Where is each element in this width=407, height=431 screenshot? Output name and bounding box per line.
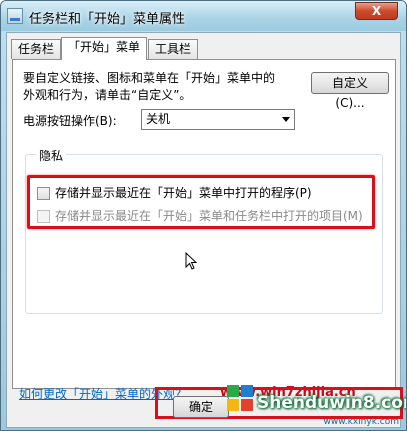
power-button-value: 关机	[146, 112, 171, 126]
title-bar[interactable]: 任务栏和「开始」菜单属性 X	[1, 1, 406, 31]
windows-logo-icon	[227, 385, 253, 411]
taskbar-properties-icon	[7, 8, 23, 24]
customize-button[interactable]: 自定义(C)...	[311, 72, 389, 110]
description-line-1: 要自定义链接、图标和菜单在「开始」菜单中的	[23, 71, 276, 85]
tab-toolbars[interactable]: 工具栏	[148, 39, 199, 59]
properties-window: 任务栏和「开始」菜单属性 X 任务栏 「开始」菜单 工具栏 要自定义链接、图标和…	[0, 0, 407, 431]
start-menu-description: 要自定义链接、图标和菜单在「开始」菜单中的 外观和行为，请单击“自定义”。	[23, 70, 303, 104]
dialog-body: 任务栏 「开始」菜单 工具栏 要自定义链接、图标和菜单在「开始」菜单中的 外观和…	[6, 32, 401, 428]
tab-taskbar[interactable]: 任务栏	[11, 39, 62, 59]
chevron-down-icon	[282, 117, 290, 122]
ok-button[interactable]: 确定	[173, 396, 229, 418]
watermark-logo-sub: www.kxinyk.com	[323, 417, 399, 427]
description-line-2: 外观和行为，请单击“自定义”。	[23, 88, 192, 102]
power-button-label: 电源按钮操作(B):	[23, 114, 117, 128]
mouse-cursor-icon	[185, 251, 198, 270]
start-menu-panel: 要自定义链接、图标和菜单在「开始」菜单中的 外观和行为，请单击“自定义”。 自定…	[12, 59, 396, 401]
privacy-highlight-box	[27, 175, 375, 229]
window-title: 任务栏和「开始」菜单属性	[29, 12, 186, 27]
close-button[interactable]: X	[355, 2, 398, 20]
watermark-logo: Shenduwin8.com www.kxinyk.com	[227, 379, 407, 429]
privacy-group-title: 隐私	[36, 147, 67, 164]
power-button-select[interactable]: 关机	[141, 109, 295, 130]
watermark-logo-text: Shenduwin8.com	[257, 393, 407, 413]
tab-start-menu[interactable]: 「开始」菜单	[61, 37, 148, 60]
